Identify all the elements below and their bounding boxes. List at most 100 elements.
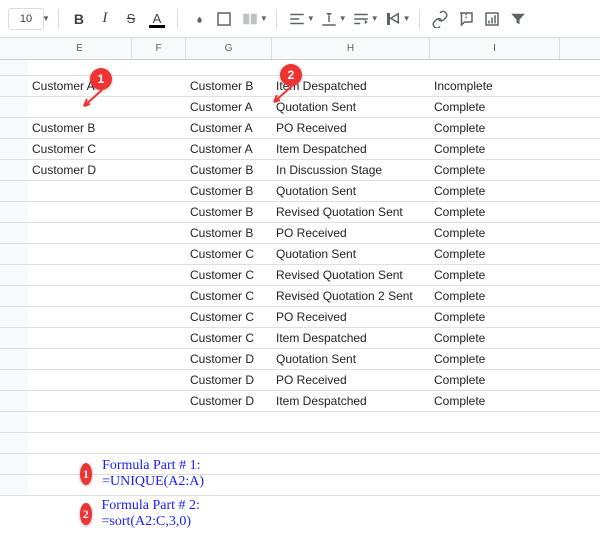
cell[interactable]: Complete (430, 370, 560, 390)
table-row[interactable]: Customer CItem DespatchedComplete (0, 328, 600, 349)
cell[interactable]: PO Received (272, 370, 430, 390)
cell[interactable] (132, 160, 186, 180)
cell[interactable]: Item Despatched (272, 139, 430, 159)
cell[interactable] (132, 76, 186, 96)
filter-button[interactable] (506, 7, 530, 31)
cell[interactable]: Complete (430, 265, 560, 285)
table-row[interactable]: Customer CCustomer AItem DespatchedCompl… (0, 139, 600, 160)
cell[interactable] (28, 202, 132, 222)
table-row[interactable]: Customer BQuotation SentComplete (0, 181, 600, 202)
cell[interactable] (132, 349, 186, 369)
cell[interactable]: Customer D (186, 391, 272, 411)
col-header-I[interactable]: I (430, 38, 560, 59)
cell[interactable] (132, 244, 186, 264)
col-header-F[interactable]: F (132, 38, 186, 59)
cell[interactable] (28, 97, 132, 117)
cell[interactable]: Item Despatched (272, 76, 430, 96)
cell[interactable]: Complete (430, 97, 560, 117)
cell[interactable]: Complete (430, 307, 560, 327)
cell[interactable]: Customer B (186, 223, 272, 243)
cell[interactable]: Customer D (186, 349, 272, 369)
table-row[interactable]: Customer CQuotation SentComplete (0, 244, 600, 265)
comment-button[interactable] (454, 7, 478, 31)
table-row[interactable]: Customer CRevised Quotation SentComplete (0, 265, 600, 286)
cell[interactable]: In Discussion Stage (272, 160, 430, 180)
cell[interactable]: Revised Quotation Sent (272, 265, 430, 285)
cell[interactable] (132, 202, 186, 222)
borders-button[interactable] (212, 7, 236, 31)
fontsize-input[interactable]: 10 (8, 8, 44, 30)
cell[interactable]: Customer C (186, 307, 272, 327)
cell[interactable] (28, 307, 132, 327)
v-align-dropdown-icon[interactable]: ▼ (339, 14, 347, 23)
h-align-button[interactable] (285, 7, 309, 31)
table-row[interactable]: Customer DCustomer BIn Discussion StageC… (0, 160, 600, 181)
cell[interactable]: Complete (430, 349, 560, 369)
table-row[interactable]: Customer DPO ReceivedComplete (0, 370, 600, 391)
cell[interactable]: Customer C (186, 286, 272, 306)
cell[interactable] (132, 118, 186, 138)
cell[interactable]: Incomplete (430, 76, 560, 96)
bold-button[interactable]: B (67, 7, 91, 31)
cell[interactable]: Customer D (186, 370, 272, 390)
table-row[interactable]: Customer DQuotation SentComplete (0, 349, 600, 370)
table-row[interactable]: Customer BPO ReceivedComplete (0, 223, 600, 244)
h-align-dropdown-icon[interactable]: ▼ (307, 14, 315, 23)
cell[interactable] (132, 223, 186, 243)
wrap-button[interactable] (349, 7, 373, 31)
cell[interactable]: Complete (430, 181, 560, 201)
cell[interactable]: Complete (430, 223, 560, 243)
cell[interactable]: Customer B (186, 76, 272, 96)
cell[interactable]: Customer C (186, 265, 272, 285)
table-row[interactable]: Customer BRevised Quotation SentComplete (0, 202, 600, 223)
fontsize-dropdown-icon[interactable]: ▼ (42, 14, 50, 23)
cell[interactable]: Quotation Sent (272, 349, 430, 369)
cell[interactable]: Quotation Sent (272, 244, 430, 264)
cell[interactable] (132, 391, 186, 411)
cell[interactable]: Customer B (186, 181, 272, 201)
v-align-button[interactable] (317, 7, 341, 31)
cell[interactable] (132, 370, 186, 390)
cell[interactable] (132, 328, 186, 348)
cell[interactable] (28, 370, 132, 390)
cell[interactable] (28, 181, 132, 201)
spreadsheet-grid[interactable]: E F G H I Customer ACustomer BItem Despa… (0, 38, 600, 496)
col-header-E[interactable]: E (28, 38, 132, 59)
cell[interactable]: Item Despatched (272, 391, 430, 411)
cell[interactable] (28, 349, 132, 369)
table-row[interactable]: Customer CPO ReceivedComplete (0, 307, 600, 328)
rotate-dropdown-icon[interactable]: ▼ (403, 14, 411, 23)
wrap-dropdown-icon[interactable]: ▼ (371, 14, 379, 23)
table-row[interactable] (0, 454, 600, 475)
cell[interactable]: Item Despatched (272, 328, 430, 348)
cell[interactable]: Complete (430, 244, 560, 264)
cell[interactable]: Complete (430, 328, 560, 348)
cell[interactable] (132, 97, 186, 117)
table-row[interactable]: Customer ACustomer BItem DespatchedIncom… (0, 76, 600, 97)
cell[interactable] (132, 181, 186, 201)
table-row[interactable]: Customer AQuotation SentComplete (0, 97, 600, 118)
cell[interactable] (28, 286, 132, 306)
cell[interactable]: Customer B (186, 202, 272, 222)
italic-button[interactable]: I (93, 7, 117, 31)
cell[interactable] (28, 244, 132, 264)
cell[interactable] (132, 286, 186, 306)
text-color-button[interactable]: A (145, 7, 169, 31)
cell[interactable]: Complete (430, 391, 560, 411)
cell[interactable]: Customer B (186, 160, 272, 180)
cell[interactable]: Customer C (186, 328, 272, 348)
cell[interactable]: Complete (430, 202, 560, 222)
chart-button[interactable] (480, 7, 504, 31)
table-row[interactable] (0, 412, 600, 433)
table-row[interactable] (0, 433, 600, 454)
col-header-G[interactable]: G (186, 38, 272, 59)
cell[interactable]: Complete (430, 160, 560, 180)
cell[interactable]: Customer C (186, 244, 272, 264)
cell[interactable]: PO Received (272, 223, 430, 243)
cell[interactable]: Customer C (28, 139, 132, 159)
table-row[interactable] (0, 475, 600, 496)
cell[interactable]: Customer A (186, 97, 272, 117)
cell[interactable]: Quotation Sent (272, 97, 430, 117)
cell[interactable] (132, 139, 186, 159)
cell[interactable]: Customer A (186, 118, 272, 138)
